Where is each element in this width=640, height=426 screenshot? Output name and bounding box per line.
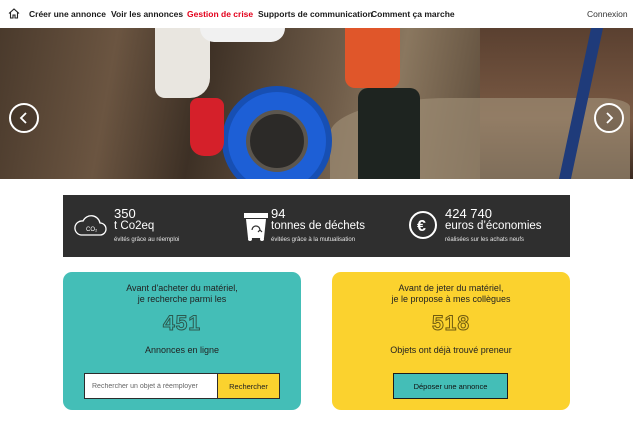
top-navigation: Créer une annonce Voir les annonces Gest… <box>0 0 640 28</box>
hero-worker-leg <box>345 28 400 88</box>
hero-carousel <box>0 28 633 179</box>
post-listing-button[interactable]: Déposer une annonce <box>393 373 508 399</box>
hero-red-glove <box>190 98 224 156</box>
login-link[interactable]: Connexion <box>587 9 628 19</box>
euro-icon-label: € <box>417 218 426 235</box>
nav-crisis-management[interactable]: Gestion de crise <box>187 9 253 19</box>
stat-co2: CO₂ 350 t Co2eq évités grâce au réemploi <box>63 195 233 257</box>
stat-co2-caption: évités grâce au réemploi <box>114 237 180 243</box>
nav-view-listings[interactable]: Voir les annonces <box>111 9 183 19</box>
impact-stats-banner: CO₂ 350 t Co2eq évités grâce au réemploi… <box>63 195 570 257</box>
chevron-left-icon <box>19 112 27 124</box>
nav-create-listing[interactable]: Créer une annonce <box>29 9 106 19</box>
online-listings-caption: Annonces en ligne <box>144 345 220 355</box>
nav-communication-materials[interactable]: Supports de communication <box>258 9 373 19</box>
stat-co2-unit: t Co2eq <box>114 220 155 232</box>
co2-icon-label: CO₂ <box>86 227 98 233</box>
co2-cloud-icon: CO₂ <box>74 215 107 236</box>
buy-card-lead-line1: Avant d'acheter du matériel, <box>126 283 238 293</box>
hero-worker-boot <box>358 88 420 179</box>
stat-waste-unit: tonnes de déchets <box>271 220 365 232</box>
stat-co2-value: 350 <box>114 206 136 221</box>
search-form: Rechercher <box>84 373 280 399</box>
stat-savings-unit: euros d’économies <box>445 220 542 232</box>
hero-worker-cap <box>200 28 285 42</box>
stat-waste: 94 tonnes de déchets évitées grâce à la … <box>235 195 403 257</box>
carousel-next-button[interactable] <box>594 103 624 133</box>
give-card-lead-line2: je le propose à mes collègues <box>391 294 511 304</box>
search-button[interactable]: Rechercher <box>217 374 279 398</box>
hero-worker-sleeve <box>155 28 210 98</box>
reused-items-count: 518 <box>431 312 471 336</box>
buy-card: Avant d'acheter du matériel, je recherch… <box>63 272 301 410</box>
online-listings-count: 451 <box>162 312 202 336</box>
hero-pipe-opening <box>246 110 308 172</box>
nav-how-it-works[interactable]: Comment ça marche <box>371 9 455 19</box>
recycling-bin-icon <box>244 213 268 241</box>
stat-savings-caption: réalisées sur les achats neufs <box>445 237 525 243</box>
stat-savings-value: 424 740 <box>445 206 492 221</box>
chevron-right-icon <box>606 112 614 124</box>
buy-card-lead: Avant d'acheter du matériel, je recherch… <box>63 283 301 305</box>
give-card-lead-line1: Avant de jeter du matériel, <box>398 283 504 293</box>
euro-icon: € <box>409 211 437 239</box>
stat-waste-caption: évitées grâce à la mutualisation <box>271 237 356 243</box>
give-card-lead: Avant de jeter du matériel, je le propos… <box>332 283 570 305</box>
carousel-prev-button[interactable] <box>9 103 39 133</box>
home-icon[interactable] <box>8 8 20 19</box>
buy-card-lead-line2: je recherche parmi les <box>137 294 227 304</box>
stat-savings: € 424 740 euros d’économies réalisées su… <box>405 195 570 257</box>
give-card: Avant de jeter du matériel, je le propos… <box>332 272 570 410</box>
search-input[interactable] <box>85 374 217 398</box>
stat-waste-value: 94 <box>271 206 286 221</box>
reused-items-caption: Objets ont déjà trouvé preneur <box>390 345 512 355</box>
